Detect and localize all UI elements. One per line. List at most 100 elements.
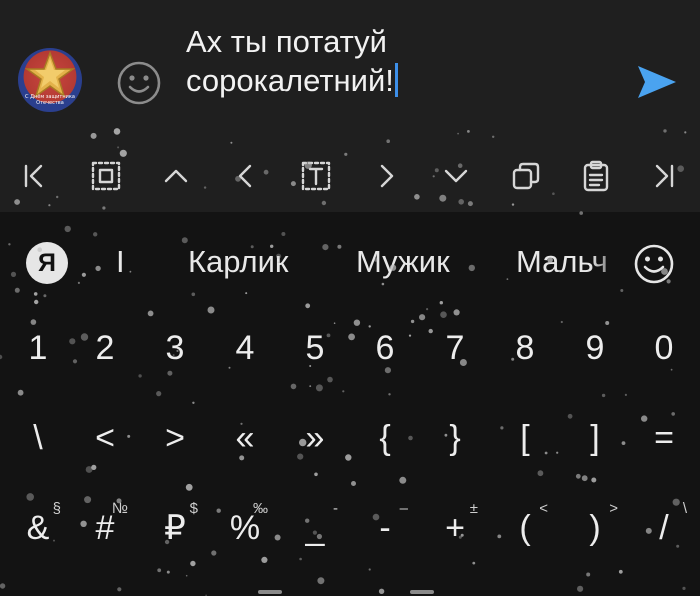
message-text: Ах ты потатуй сорокалетний!: [186, 24, 394, 98]
key[interactable]: {: [356, 402, 414, 474]
select-icon: [91, 161, 121, 191]
avatar-caption: С Днём защитника Отечества: [25, 94, 75, 106]
key[interactable]: 4: [216, 312, 274, 384]
key-label: 8: [515, 328, 535, 367]
key-label: »: [305, 418, 325, 457]
key[interactable]: 5: [286, 312, 344, 384]
key-alt-label: <: [539, 500, 548, 517]
key-label: 9: [585, 328, 605, 367]
select-word-button[interactable]: [292, 154, 340, 198]
key-label: 6: [375, 328, 395, 367]
key[interactable]: 1: [9, 312, 67, 384]
key-label: &: [26, 508, 50, 547]
key[interactable]: [: [496, 402, 554, 474]
suggestion-bar: Я I Карлик Мужик Мальч: [0, 212, 700, 312]
key-label: 1: [28, 328, 48, 367]
select-button[interactable]: [82, 154, 130, 198]
jump-end-icon: [655, 164, 674, 188]
key[interactable]: «: [216, 402, 274, 474]
key-alt-label: ‰: [253, 500, 268, 517]
key-alt-label: –: [399, 500, 408, 517]
suggestion-item[interactable]: Карлик: [188, 242, 288, 282]
key-hint-mark: [410, 590, 434, 594]
key-label: \: [33, 418, 43, 457]
key-label: {: [379, 418, 391, 457]
cursor-up-button[interactable]: [152, 154, 200, 198]
clipboard-icon: [583, 160, 609, 192]
emoji-button[interactable]: [116, 60, 162, 106]
key[interactable]: + ±: [426, 492, 484, 564]
key[interactable]: % ‰: [216, 492, 274, 564]
key-label: ): [589, 508, 601, 547]
avatar[interactable]: С Днём защитника Отечества: [18, 48, 82, 112]
key[interactable]: ) >: [566, 492, 624, 564]
key[interactable]: _ -: [286, 492, 344, 564]
emoji-panel-button[interactable]: [632, 242, 676, 286]
key[interactable]: ]: [566, 402, 624, 474]
key[interactable]: <: [76, 402, 134, 474]
key-label: 4: [235, 328, 255, 367]
key[interactable]: (<: [496, 492, 554, 564]
suggestion-fade: [590, 232, 630, 292]
key[interactable]: 9: [566, 312, 624, 384]
suggestion-item[interactable]: I: [116, 242, 125, 282]
jump-to-start-button[interactable]: [10, 154, 58, 198]
chevron-left-icon: [238, 164, 252, 188]
key-label: >: [165, 418, 185, 457]
key-hint-mark: [258, 590, 282, 594]
key[interactable]: 0: [635, 312, 693, 384]
key[interactable]: / \: [635, 492, 693, 564]
send-button[interactable]: [634, 62, 680, 102]
suggestion-item[interactable]: Мужик: [356, 242, 450, 282]
copy-icon: [512, 162, 540, 190]
key-label: (: [519, 508, 531, 547]
key-label: 5: [305, 328, 325, 367]
key[interactable]: =: [635, 402, 693, 474]
key-label: 2: [95, 328, 115, 367]
key-alt-label: §: [52, 500, 61, 517]
key-alt-label: >: [609, 500, 618, 517]
key-alt-label: ±: [469, 500, 478, 517]
key[interactable]: ₽ $: [146, 492, 204, 564]
smiley-icon: [634, 244, 674, 284]
jump-start-icon: [24, 164, 43, 188]
compose-bar: С Днём защитника Отечества Ах ты потатуй…: [0, 0, 700, 140]
key[interactable]: 3: [146, 312, 204, 384]
send-icon: [638, 66, 676, 98]
key-label: 0: [654, 328, 674, 367]
key[interactable]: # №: [76, 492, 134, 564]
key-alt-label: -: [333, 500, 338, 517]
key-label: +: [445, 508, 465, 547]
chevron-right-icon: [380, 164, 394, 188]
yandex-button[interactable]: Я: [26, 242, 68, 284]
keyboard-screen: С Днём защитника Отечества Ах ты потатуй…: [0, 0, 700, 596]
copy-button[interactable]: [502, 154, 550, 198]
cursor-right-button[interactable]: [362, 154, 410, 198]
key[interactable]: \: [9, 402, 67, 474]
key[interactable]: 2: [76, 312, 134, 384]
key-label: _: [305, 508, 325, 547]
clipboard-button[interactable]: [572, 154, 620, 198]
chevron-up-icon: [164, 169, 188, 183]
chevron-down-icon: [444, 169, 468, 183]
key-alt-label: №: [111, 500, 128, 517]
key[interactable]: }: [426, 402, 484, 474]
key-label: =: [654, 418, 674, 457]
text-select-icon: [301, 161, 331, 191]
edit-toolbar: [0, 140, 700, 212]
key[interactable]: - –: [356, 492, 414, 564]
message-input[interactable]: Ах ты потатуй сорокалетний!: [186, 22, 606, 100]
key[interactable]: & §: [9, 492, 67, 564]
key[interactable]: >: [146, 402, 204, 474]
key[interactable]: 8: [496, 312, 554, 384]
cursor-left-button[interactable]: [222, 154, 270, 198]
key-alt-label: $: [189, 500, 198, 517]
smiley-icon: [117, 61, 161, 105]
key-label: «: [235, 418, 255, 457]
cursor-down-button[interactable]: [432, 154, 480, 198]
jump-to-end-button[interactable]: [640, 154, 688, 198]
key[interactable]: 6: [356, 312, 414, 384]
key[interactable]: 7: [426, 312, 484, 384]
key[interactable]: »: [286, 402, 344, 474]
text-cursor: [394, 63, 398, 97]
